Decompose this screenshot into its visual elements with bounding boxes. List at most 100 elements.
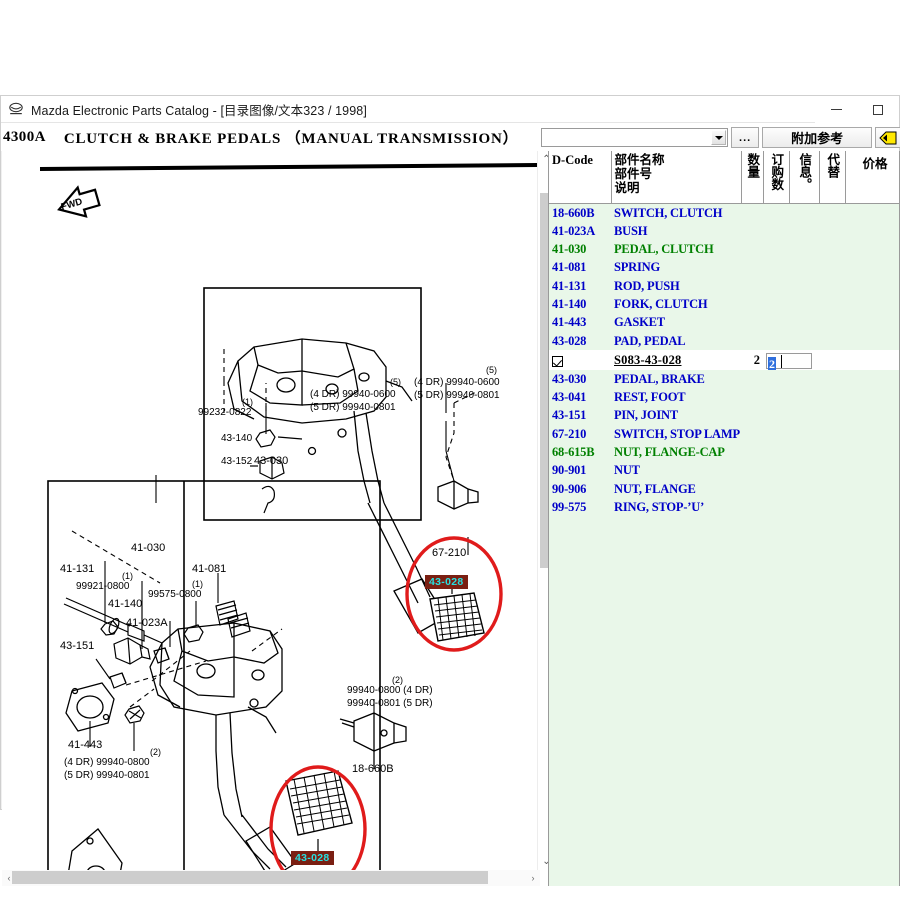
table-cell-empty[interactable] bbox=[819, 240, 845, 259]
table-row[interactable]: 41-081 SPRING bbox=[549, 258, 900, 277]
table-cell-empty[interactable] bbox=[845, 388, 900, 407]
table-cell-empty[interactable] bbox=[741, 331, 763, 350]
table-row[interactable]: 41-030 PEDAL, CLUTCH bbox=[549, 240, 900, 259]
table-cell-empty[interactable] bbox=[789, 479, 819, 498]
table-cell-empty[interactable] bbox=[845, 424, 900, 444]
cell-dcode[interactable]: 43-041 bbox=[549, 388, 611, 407]
table-cell-empty[interactable] bbox=[819, 258, 845, 277]
table-cell-empty[interactable] bbox=[741, 497, 763, 517]
minimize-button[interactable] bbox=[815, 96, 857, 123]
cell-part-name[interactable]: PIN, JOINT bbox=[611, 406, 741, 425]
table-row[interactable]: 99-575 RING, STOP-’U’ bbox=[549, 497, 900, 517]
cell-part-name[interactable]: PEDAL, BRAKE bbox=[611, 369, 741, 389]
cell-part-name[interactable]: SWITCH, CLUTCH bbox=[611, 203, 741, 222]
cell-part-name[interactable]: NUT, FLANGE bbox=[611, 479, 741, 498]
table-cell-empty[interactable] bbox=[819, 221, 845, 241]
table-cell-empty[interactable] bbox=[741, 258, 763, 277]
table-cell-empty[interactable] bbox=[845, 240, 900, 259]
maximize-button[interactable] bbox=[857, 96, 899, 123]
table-cell-empty[interactable] bbox=[789, 240, 819, 259]
cell-part-name[interactable]: PAD, PEDAL bbox=[611, 331, 741, 350]
cell-part-name[interactable]: BUSH bbox=[611, 221, 741, 241]
table-cell-empty[interactable] bbox=[741, 276, 763, 295]
cell-dcode[interactable]: 43-028 bbox=[549, 331, 611, 350]
table-cell-empty[interactable] bbox=[819, 276, 845, 295]
cell-part-name[interactable]: RING, STOP-’U’ bbox=[611, 497, 741, 517]
table-cell-empty[interactable] bbox=[845, 406, 900, 425]
table-cell-empty[interactable] bbox=[819, 313, 845, 332]
search-combo-box[interactable] bbox=[541, 128, 729, 147]
cell-dcode[interactable]: 41-023A bbox=[549, 221, 611, 241]
scroll-right-icon[interactable]: › bbox=[526, 870, 540, 886]
table-cell-empty[interactable] bbox=[789, 461, 819, 480]
chevron-down-icon[interactable] bbox=[711, 130, 727, 145]
table-cell-empty[interactable] bbox=[819, 331, 845, 350]
diagram-viewport[interactable]: FWD 99232-0822 (1) 43-140 43-152 (5) (4 … bbox=[2, 151, 537, 886]
cell-dcode[interactable]: 41-140 bbox=[549, 294, 611, 314]
horizontal-scroll-thumb[interactable] bbox=[12, 871, 488, 884]
column-header-info[interactable]: 信息。 bbox=[789, 151, 820, 204]
cell-dcode[interactable]: 18-660B bbox=[549, 203, 611, 222]
table-cell-empty[interactable] bbox=[845, 276, 900, 295]
table-cell-empty[interactable] bbox=[763, 461, 789, 480]
cell-dcode[interactable]: 41-030 bbox=[549, 240, 611, 259]
column-header-dcode[interactable]: D-Code bbox=[549, 151, 612, 204]
table-row[interactable]: 68-615B NUT, FLANGE-CAP bbox=[549, 443, 900, 462]
cell-dcode[interactable]: 43-030 bbox=[549, 369, 611, 389]
table-row[interactable]: 41-443 GASKET bbox=[549, 313, 900, 332]
table-cell-empty[interactable] bbox=[845, 258, 900, 277]
table-cell-empty[interactable] bbox=[789, 203, 819, 222]
table-cell-empty[interactable] bbox=[741, 388, 763, 407]
table-cell-empty[interactable] bbox=[845, 443, 900, 462]
additional-reference-button[interactable]: 附加参考 bbox=[761, 127, 873, 148]
table-cell-empty[interactable] bbox=[819, 461, 845, 480]
table-cell-empty[interactable] bbox=[763, 479, 789, 498]
parts-list-panel[interactable]: D-Code 部件名称 部件号 说明 数量 订购数 信息。 代替 价格 18-6… bbox=[548, 151, 900, 886]
cell-dcode[interactable]: 68-615B bbox=[549, 443, 611, 462]
table-cell-empty[interactable] bbox=[741, 294, 763, 314]
table-cell-empty[interactable] bbox=[845, 313, 900, 332]
table-row[interactable]: 41-131 ROD, PUSH bbox=[549, 276, 900, 295]
table-cell-empty[interactable] bbox=[819, 443, 845, 462]
table-cell-empty[interactable] bbox=[763, 424, 789, 444]
cell-dcode[interactable]: 41-131 bbox=[549, 276, 611, 295]
table-cell-empty[interactable] bbox=[741, 203, 763, 222]
table-cell-empty[interactable] bbox=[741, 240, 763, 259]
table-row[interactable]: 41-023A BUSH bbox=[549, 221, 900, 241]
table-row[interactable]: 18-660B SWITCH, CLUTCH bbox=[549, 203, 900, 222]
cell-dcode[interactable]: 90-906 bbox=[549, 479, 611, 498]
column-header-substitute[interactable]: 代替 bbox=[819, 151, 846, 204]
table-cell-empty[interactable] bbox=[845, 331, 900, 350]
table-row[interactable]: 43-030 PEDAL, BRAKE bbox=[549, 369, 900, 389]
table-cell-empty[interactable] bbox=[819, 349, 845, 370]
cell-dcode[interactable]: 99-575 bbox=[549, 497, 611, 517]
table-row[interactable]: 43-028 PAD, PEDAL bbox=[549, 331, 900, 350]
column-header-part-name[interactable]: 部件名称 部件号 说明 bbox=[611, 151, 742, 204]
table-cell-empty[interactable] bbox=[845, 479, 900, 498]
table-cell-empty[interactable] bbox=[763, 369, 789, 389]
cell-dcode[interactable]: 43-151 bbox=[549, 406, 611, 425]
selected-part-detail-row[interactable]: S083-43-028 2 2 bbox=[549, 349, 900, 370]
table-cell-empty[interactable] bbox=[741, 461, 763, 480]
table-cell-empty[interactable] bbox=[763, 203, 789, 222]
table-cell-empty[interactable] bbox=[819, 388, 845, 407]
table-cell-empty[interactable] bbox=[789, 276, 819, 295]
table-cell-empty[interactable] bbox=[789, 258, 819, 277]
cell-part-name[interactable]: GASKET bbox=[611, 313, 741, 332]
table-cell-empty[interactable] bbox=[819, 369, 845, 389]
cell-part-name[interactable]: SWITCH, STOP LAMP bbox=[611, 424, 741, 444]
table-cell-empty[interactable] bbox=[789, 294, 819, 314]
order-quantity-input[interactable]: 2 bbox=[766, 353, 812, 370]
table-cell-empty[interactable] bbox=[763, 406, 789, 425]
cell-part-name[interactable]: NUT, FLANGE-CAP bbox=[611, 443, 741, 462]
table-cell-empty[interactable] bbox=[741, 479, 763, 498]
table-row[interactable]: 67-210 SWITCH, STOP LAMP bbox=[549, 424, 900, 444]
column-header-order-qty[interactable]: 订购数 bbox=[763, 151, 790, 204]
table-row[interactable]: 41-140 FORK, CLUTCH bbox=[549, 294, 900, 314]
order-checkbox-cell[interactable] bbox=[549, 349, 611, 370]
table-cell-empty[interactable] bbox=[789, 443, 819, 462]
cell-dcode[interactable]: 90-901 bbox=[549, 461, 611, 480]
table-cell-empty[interactable] bbox=[789, 313, 819, 332]
table-cell-empty[interactable] bbox=[819, 479, 845, 498]
table-cell-empty[interactable] bbox=[763, 221, 789, 241]
